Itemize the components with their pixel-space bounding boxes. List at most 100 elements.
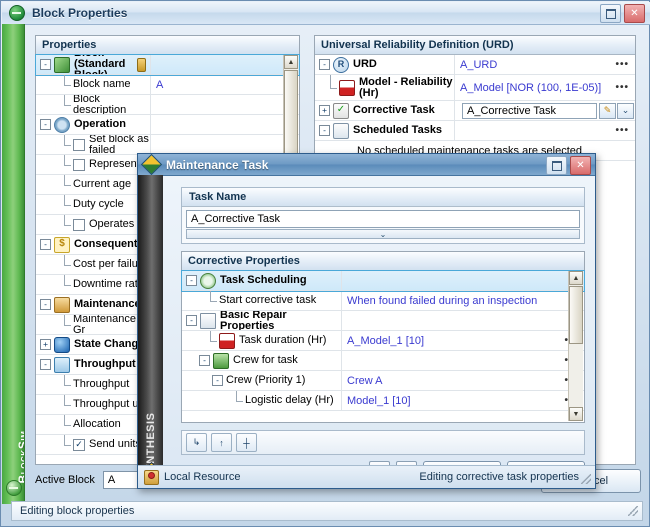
row-value-cell[interactable]: A_Model [NOR (100, 1E-05)] •••: [455, 75, 635, 100]
row-label: Downtime rate: [73, 278, 144, 290]
row-name-cell: Block name: [36, 75, 151, 94]
table-row[interactable]: Logistic delay (Hr) Model_1 [10]•••: [182, 391, 584, 411]
table-row[interactable]: Set block as failed: [36, 135, 299, 155]
edit-pencil-icon[interactable]: ✎: [599, 102, 616, 119]
row-value-cell[interactable]: A_Corrective Task ✎ ⌄: [455, 101, 635, 120]
collapse-icon[interactable]: -: [186, 315, 197, 326]
local-resource-icon: [144, 469, 159, 485]
collapse-icon[interactable]: -: [319, 125, 330, 136]
row-name-cell: Maintenance Gr: [36, 315, 151, 334]
row-checkbox[interactable]: [73, 158, 85, 171]
table-row[interactable]: Task duration (Hr) A_Model_1 [10]•••: [182, 331, 584, 351]
row-checkbox[interactable]: ✓: [73, 438, 85, 451]
collapse-icon[interactable]: -: [40, 59, 51, 70]
corrective-properties-scrollbar[interactable]: ▲ ▼: [568, 271, 583, 421]
row-value-cell[interactable]: [342, 311, 584, 330]
row-name-cell: - Operation: [36, 115, 151, 134]
chevron-down-icon[interactable]: ⌄: [617, 102, 634, 119]
ellipsis-button[interactable]: •••: [615, 82, 629, 93]
dlg-scroll-down-button[interactable]: ▼: [569, 407, 583, 421]
row-value-text: Crew A: [347, 374, 383, 387]
row-label: Maintenance: [74, 298, 141, 310]
table-row[interactable]: - R URD A_URD •••: [315, 55, 635, 75]
ellipsis-button[interactable]: •••: [615, 59, 629, 70]
dialog-close-button[interactable]: ✕: [570, 156, 591, 175]
row-name-cell: Model - Reliability (Hr): [315, 75, 455, 100]
table-row[interactable]: - Operation: [36, 115, 299, 135]
urd-panel-header: Universal Reliability Definition (URD): [315, 36, 635, 55]
dlg-scroll-up-button[interactable]: ▲: [569, 271, 583, 285]
row-value-cell[interactable]: Model_1 [10]•••: [342, 391, 584, 410]
row-name-cell: - Block (Standard Block): [36, 55, 151, 74]
row-name-cell: - Basic Repair Properties: [182, 311, 342, 330]
collapse-icon[interactable]: -: [40, 119, 51, 130]
row-checkbox[interactable]: [73, 138, 85, 151]
move-up-button[interactable]: ↑: [211, 433, 232, 452]
row-value-cell[interactable]: A_Model_1 [10]•••: [342, 331, 584, 350]
tree-connector: [59, 255, 73, 274]
collapse-icon[interactable]: -: [199, 355, 210, 366]
row-name-cell: Throughput: [36, 375, 151, 394]
row-value-cell[interactable]: [151, 55, 299, 74]
row-value-cell[interactable]: When found failed during an inspection▼: [342, 291, 584, 310]
task-name-dropdown[interactable]: ⌄: [186, 229, 580, 239]
row-value-cell[interactable]: •••: [342, 351, 584, 370]
row-value-editbox[interactable]: A_Corrective Task: [462, 102, 597, 119]
ellipsis-button[interactable]: •••: [615, 125, 629, 136]
table-row[interactable]: Model - Reliability (Hr) A_Model [NOR (10…: [315, 75, 635, 101]
row-value-cell[interactable]: [151, 95, 299, 114]
row-value-cell[interactable]: [151, 135, 299, 154]
collapse-icon[interactable]: -: [40, 359, 51, 370]
blocksim-brand-strip: BlockSim: [2, 24, 25, 504]
dialog-window-controls: ✕: [546, 156, 591, 175]
collapse-icon[interactable]: -: [186, 275, 197, 286]
table-row[interactable]: Block description: [36, 95, 299, 115]
close-button[interactable]: ✕: [624, 4, 645, 23]
scroll-up-button[interactable]: ▲: [284, 55, 298, 69]
tree-connector: [325, 75, 339, 100]
row-value-cell[interactable]: A_URD •••: [455, 55, 635, 74]
collapse-icon[interactable]: -: [212, 375, 223, 386]
row-value-cell[interactable]: A: [151, 75, 299, 94]
row-label: Duty cycle: [73, 198, 124, 210]
table-row[interactable]: - Scheduled Tasks •••: [315, 121, 635, 141]
row-name-cell: - Task Scheduling: [182, 271, 342, 290]
table-row[interactable]: Start corrective task When found failed d…: [182, 291, 584, 311]
collapse-icon[interactable]: -: [319, 59, 330, 70]
expand-icon[interactable]: +: [319, 105, 330, 116]
row-label: Throughput: [73, 378, 130, 390]
key-icon[interactable]: [137, 57, 146, 72]
table-row[interactable]: - Task Scheduling: [181, 270, 585, 292]
table-row[interactable]: - Block (Standard Block): [35, 54, 300, 76]
row-label: Basic Repair Properties: [220, 311, 287, 330]
dlg-scroll-thumb[interactable]: [569, 286, 583, 344]
insert-row-button[interactable]: ┼: [236, 433, 257, 452]
row-checkbox[interactable]: [73, 218, 85, 231]
dialog-titlebar: Maintenance Task ✕: [138, 153, 595, 176]
row-value-text: A_Model [NOR (100, 1E-05)]: [460, 81, 602, 94]
row-value-cell[interactable]: [151, 115, 299, 134]
task-name-group: Task Name A_Corrective Task ⌄: [181, 187, 585, 244]
add-crew-button[interactable]: ↳: [186, 433, 207, 452]
table-row[interactable]: Block name A: [36, 75, 299, 95]
table-row[interactable]: + ✓ Corrective Task A_Corrective Task ✎ ⌄: [315, 101, 635, 121]
table-row[interactable]: - Crew for task •••: [182, 351, 584, 371]
tree-connector: [59, 75, 73, 94]
row-value-cell[interactable]: [342, 271, 584, 290]
gear-clock-icon: [54, 116, 70, 133]
table-row[interactable]: - Basic Repair Properties: [182, 311, 584, 331]
task-name-input[interactable]: A_Corrective Task: [186, 210, 580, 228]
expand-icon[interactable]: +: [40, 339, 51, 350]
collapse-icon[interactable]: -: [40, 239, 51, 250]
row-name-cell: Represents: [36, 155, 151, 174]
table-row[interactable]: -Crew (Priority 1)Crew A•••: [182, 371, 584, 391]
collapse-icon[interactable]: -: [40, 299, 51, 310]
row-value-cell[interactable]: •••: [455, 121, 635, 140]
row-name-cell: Duty cycle: [36, 195, 151, 214]
restore-button[interactable]: [600, 4, 621, 23]
resize-grip[interactable]: [628, 506, 638, 516]
dialog-restore-button[interactable]: [546, 156, 567, 175]
row-value-cell[interactable]: Crew A•••: [342, 371, 584, 390]
tree-connector: [205, 331, 219, 350]
dialog-resize-grip[interactable]: [581, 474, 591, 484]
